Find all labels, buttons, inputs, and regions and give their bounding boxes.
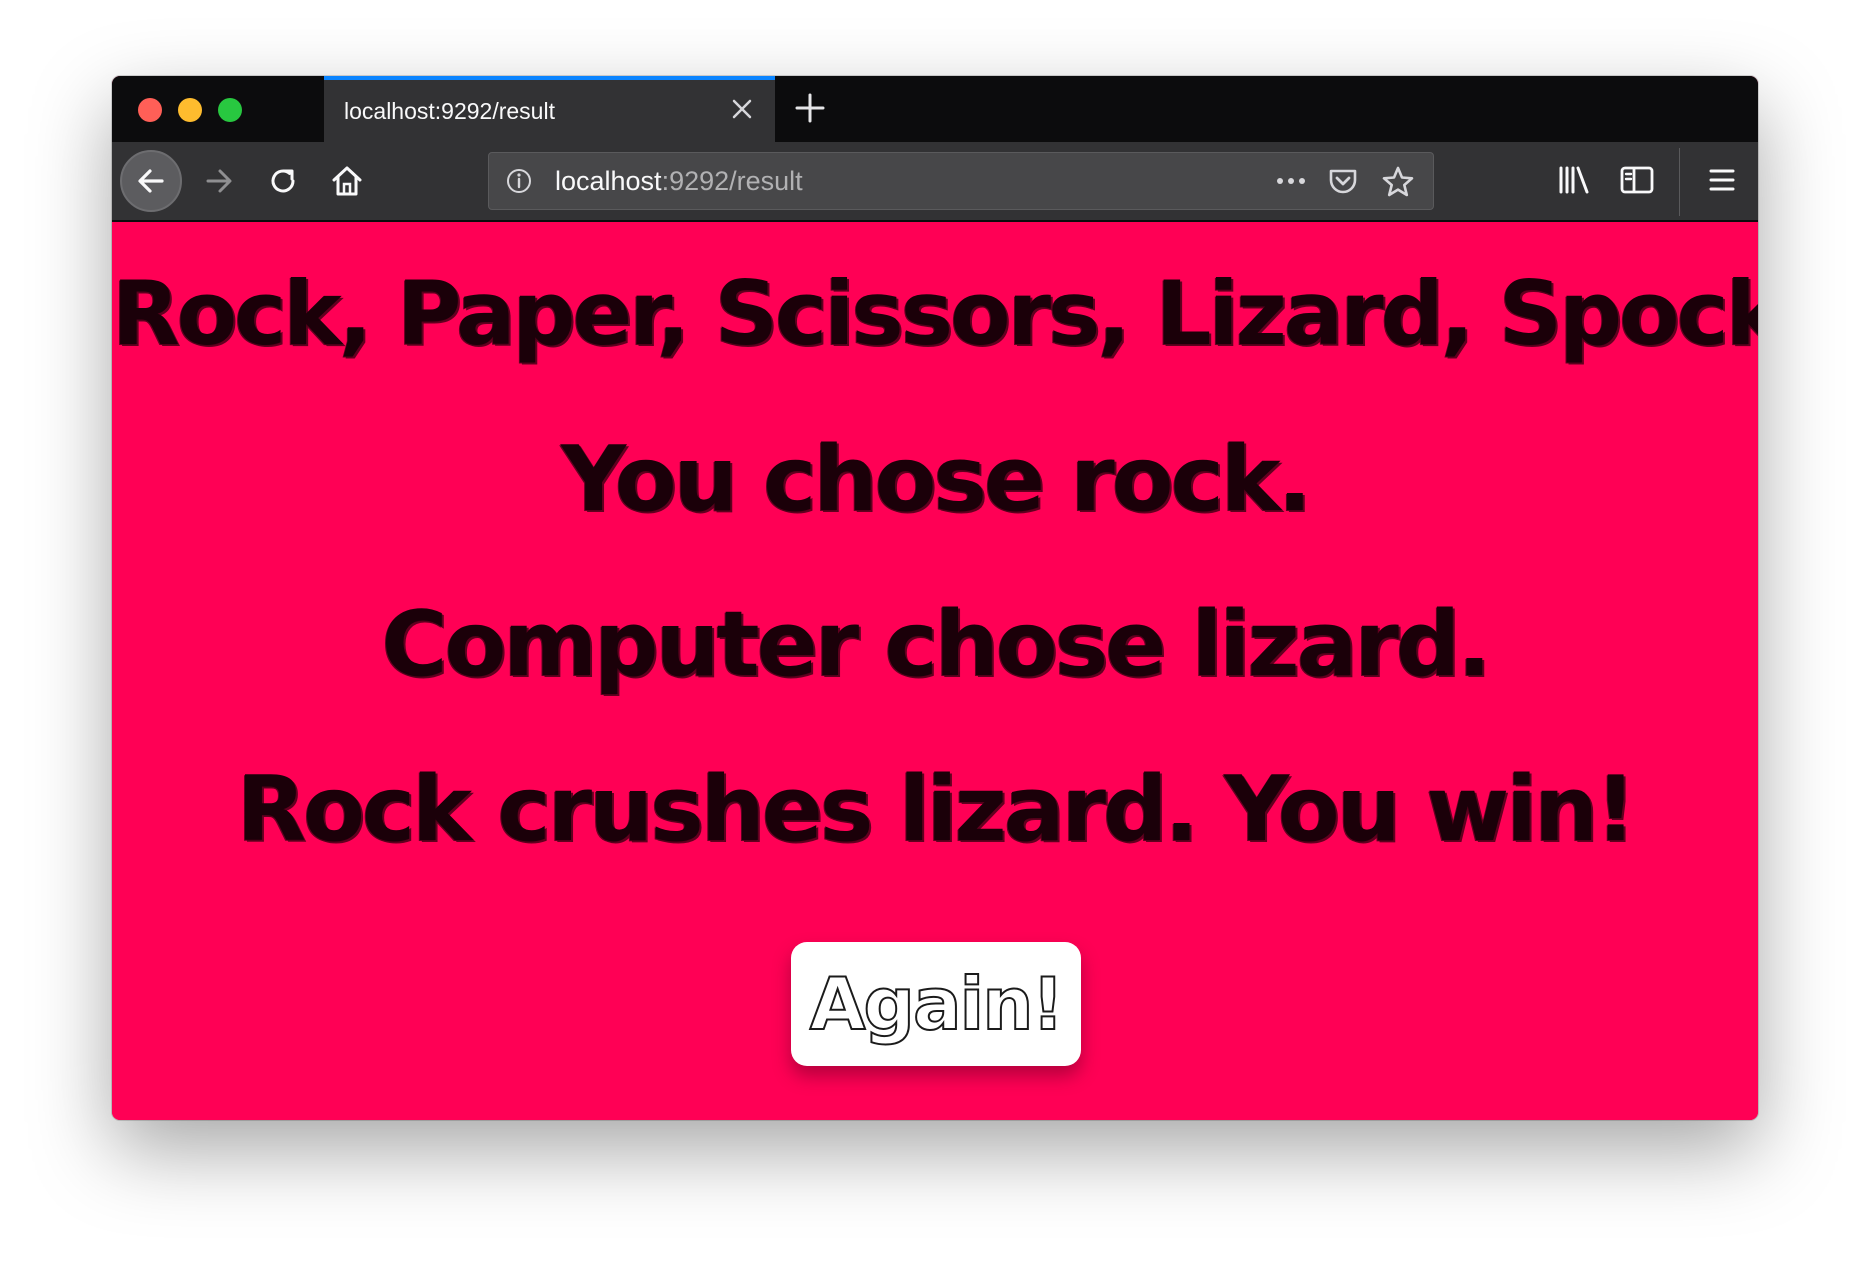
- minimize-window-button[interactable]: [178, 98, 202, 122]
- toolbar-divider: [1679, 148, 1680, 216]
- tab-title: localhost:9292/result: [344, 98, 555, 124]
- back-button[interactable]: [120, 150, 182, 212]
- home-button[interactable]: [316, 150, 378, 212]
- again-button-label: Again!: [809, 961, 1066, 1047]
- info-icon[interactable]: [505, 167, 533, 195]
- forward-button[interactable]: [188, 150, 250, 212]
- home-icon: [332, 166, 362, 196]
- zoom-window-button[interactable]: [218, 98, 242, 122]
- url-host: localhost: [555, 166, 662, 196]
- again-button[interactable]: Again!: [791, 942, 1081, 1066]
- sidebar-icon[interactable]: [1615, 158, 1659, 202]
- forward-arrow-icon: [206, 169, 232, 193]
- reload-icon: [271, 169, 295, 193]
- page-heading: Rock, Paper, Scissors, Lizard, Spock.: [112, 262, 1758, 365]
- star-icon[interactable]: [1381, 165, 1415, 199]
- more-icon[interactable]: [1273, 166, 1309, 196]
- tab-bar: localhost:9292/result: [112, 76, 1758, 142]
- nav-toolbar: localhost:9292/result: [112, 142, 1758, 222]
- plus-icon[interactable]: [792, 90, 828, 126]
- close-window-button[interactable]: [138, 98, 162, 122]
- url-bar[interactable]: localhost:9292/result: [488, 152, 1434, 210]
- library-icon[interactable]: [1552, 158, 1596, 202]
- back-arrow-icon: [138, 169, 164, 193]
- url-text[interactable]: localhost:9292/result: [555, 166, 803, 197]
- url-path: :9292/result: [661, 166, 803, 196]
- reload-button[interactable]: [252, 150, 314, 212]
- pocket-icon[interactable]: [1327, 165, 1359, 197]
- computer-choice-text: Computer chose lizard.: [381, 592, 1492, 697]
- close-icon[interactable]: [727, 94, 757, 124]
- player-choice-text: You chose rock.: [561, 427, 1312, 532]
- browser-window: localhost:9292/result localhost:9292/res…: [112, 76, 1758, 1120]
- tab-active[interactable]: localhost:9292/result: [324, 76, 775, 142]
- result-text: Rock crushes lizard. You win!: [236, 757, 1636, 862]
- page-content: Rock, Paper, Scissors, Lizard, Spock. Yo…: [112, 222, 1758, 1120]
- menu-icon[interactable]: [1700, 158, 1744, 202]
